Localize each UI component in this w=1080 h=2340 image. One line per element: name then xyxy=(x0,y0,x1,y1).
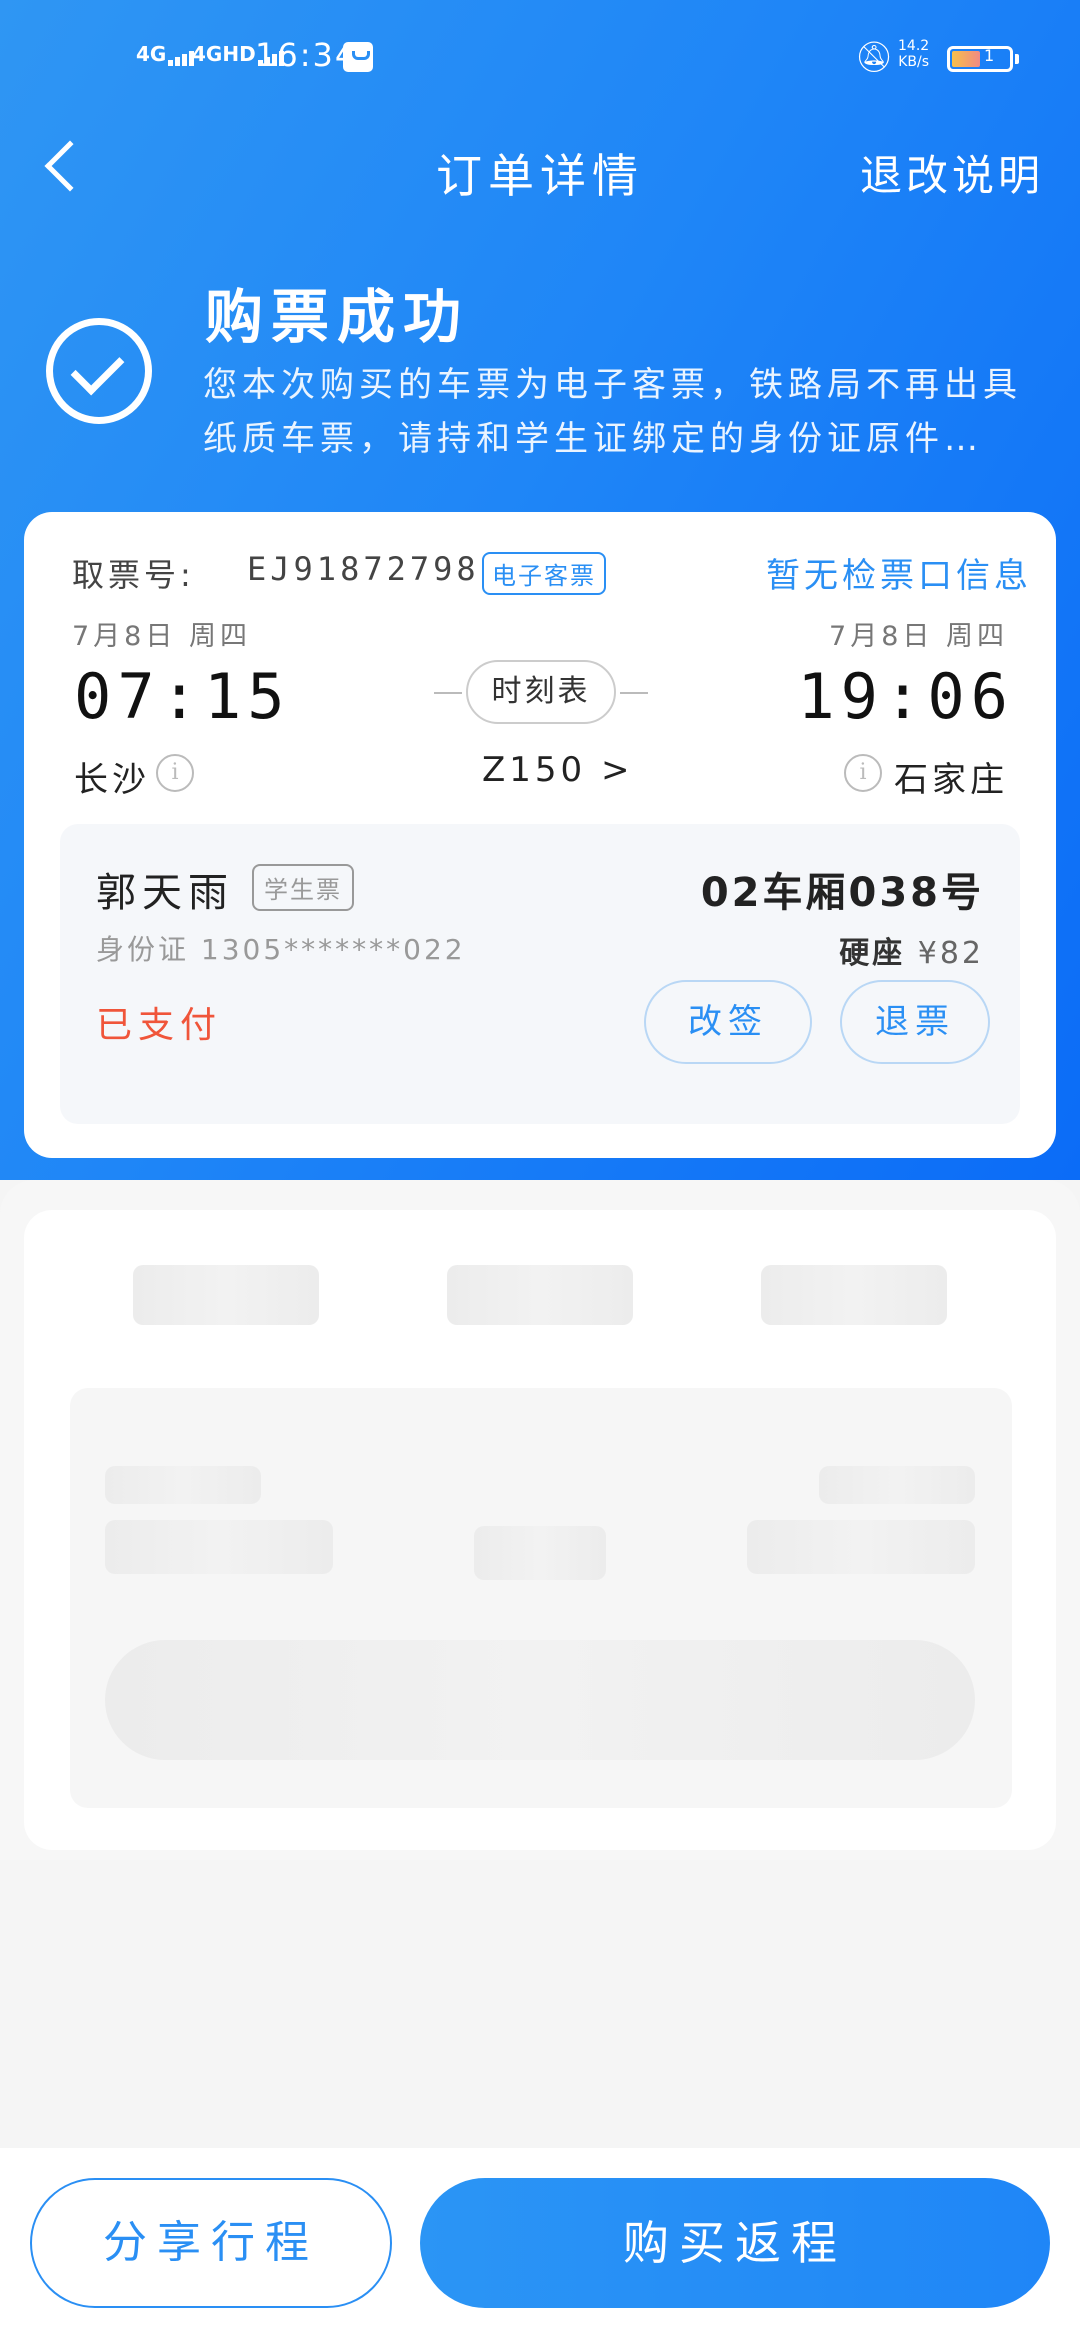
signal-2-label: 4GHD xyxy=(192,42,256,66)
schedule-button[interactable]: 时刻表 xyxy=(466,660,616,724)
change-ticket-button[interactable]: 改签 xyxy=(644,980,812,1064)
skeleton-placeholder xyxy=(819,1466,975,1504)
divider xyxy=(434,692,462,694)
divider xyxy=(620,692,648,694)
skeleton-placeholder xyxy=(474,1526,606,1580)
status-bar: 4G 4GHD 16:34 🔕︎ 14.2 KB/s 1 xyxy=(0,30,1080,90)
seat-number: 02车厢038号 xyxy=(700,870,984,916)
pickup-row: 取票号: EJ91872798 电子客票 暂无检票口信息 xyxy=(72,542,1032,598)
depart-station: 长沙 xyxy=(74,760,150,800)
info-icon[interactable]: i xyxy=(844,754,882,792)
buy-return-button[interactable]: 购买返程 xyxy=(420,2178,1050,2308)
arrive-date: 7月8日 周四 xyxy=(829,621,1008,652)
gate-info: 暂无检票口信息 xyxy=(766,556,1032,596)
signal-4g: 4G xyxy=(136,42,196,66)
success-description[interactable]: 您本次购买的车票为电子客票，铁路局不再出具纸质车票，请持和学生证绑定的身份证原件… xyxy=(203,358,1043,466)
skeleton-placeholder xyxy=(105,1640,975,1760)
payment-status: 已支付 xyxy=(96,1005,223,1046)
price: ¥82 xyxy=(917,936,984,971)
passenger-panel: 郭天雨 学生票 02车厢038号 身份证 1305*******022 硬座 ¥… xyxy=(60,824,1020,1124)
net-speed-unit: KB/s xyxy=(898,54,929,70)
signal-1-label: 4G xyxy=(136,42,167,66)
battery-level: 1 xyxy=(984,46,995,65)
arrive-time: 19:06 xyxy=(797,660,1014,733)
id-card-number: 身份证 1305*******022 xyxy=(96,933,466,966)
depart-time: 07:15 xyxy=(74,660,291,733)
student-ticket-badge: 学生票 xyxy=(252,864,354,911)
skeleton-placeholder xyxy=(447,1265,633,1325)
pickup-number: EJ91872798 xyxy=(247,550,480,588)
check-circle-icon xyxy=(46,318,152,424)
pickup-label: 取票号: xyxy=(72,556,195,594)
depart-date: 7月8日 周四 xyxy=(72,621,251,652)
ticket-card: 取票号: EJ91872798 电子客票 暂无检票口信息 7月8日 周四 7月8… xyxy=(24,512,1056,1158)
skeleton-placeholder xyxy=(105,1520,333,1574)
clock: 16:34 xyxy=(255,36,358,74)
skeleton-placeholder xyxy=(105,1466,261,1504)
passenger-name: 郭天雨 xyxy=(96,870,234,916)
skeleton-placeholder xyxy=(133,1265,319,1325)
e-ticket-badge: 电子客票 xyxy=(482,552,606,595)
refund-rules-link[interactable]: 退改说明 xyxy=(860,142,1044,203)
skeleton-placeholder xyxy=(761,1265,947,1325)
net-speed-value: 14.2 xyxy=(898,38,930,54)
nav-bar: 订单详情 退改说明 xyxy=(0,130,1080,210)
skeleton-placeholder xyxy=(747,1520,975,1574)
mute-bell-icon: 🔕︎ xyxy=(855,40,894,75)
battery-icon: 1 xyxy=(947,46,1019,72)
seat-class-price: 硬座 ¥82 xyxy=(839,928,984,972)
info-icon[interactable]: i xyxy=(156,754,194,792)
success-heading: 购票成功 xyxy=(205,283,470,351)
refund-button[interactable]: 退票 xyxy=(840,980,990,1064)
train-number-link[interactable]: Z150 > xyxy=(482,750,633,790)
seat-class: 硬座 xyxy=(839,936,906,971)
arrive-station: 石家庄 xyxy=(894,760,1008,800)
net-speed: 14.2 KB/s xyxy=(898,38,929,70)
shopping-bag-icon xyxy=(343,42,373,72)
success-banner: 购票成功 您本次购买的车票为电子客票，铁路局不再出具纸质车票，请持和学生证绑定的… xyxy=(0,270,1080,470)
bottom-action-bar: 分享行程 购买返程 xyxy=(0,2148,1080,2340)
share-trip-button[interactable]: 分享行程 xyxy=(30,2178,392,2308)
